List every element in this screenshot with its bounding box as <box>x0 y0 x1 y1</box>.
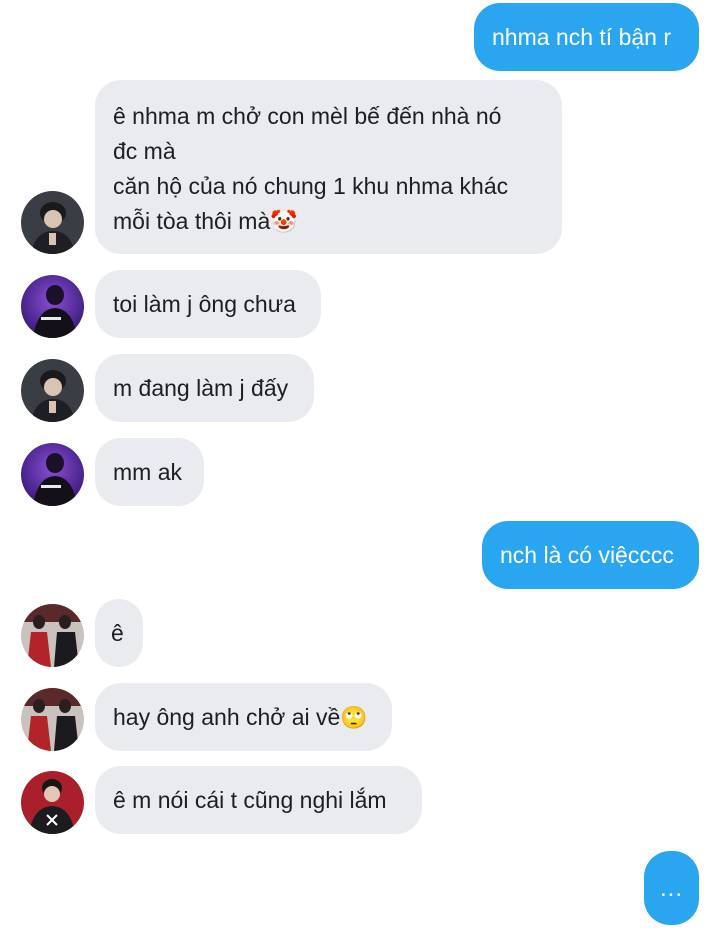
message-text: m đang làm j đấy <box>113 375 289 401</box>
message-text: toi làm j ông chưa <box>113 291 296 317</box>
message-bubble-sent[interactable]: nch là có việcccc <box>482 521 699 589</box>
message-text: nch là có việcccc <box>500 542 674 568</box>
message-text: ê m nói cái t cũng nghi lắm <box>113 787 387 813</box>
avatar-dark-hair[interactable] <box>21 191 84 254</box>
message-text: ... <box>659 875 683 902</box>
avatar-purple[interactable] <box>21 443 84 506</box>
message-text-line: mỗi tòa thôi mà🤡 <box>113 204 544 240</box>
message-text-line: ê nhma m chở con mèl bế đến nhà nó <box>113 103 502 129</box>
avatar-group-red[interactable] <box>21 604 84 667</box>
message-bubble-received[interactable]: m đang làm j đấy <box>95 354 314 422</box>
message-text: hay ông anh chở ai về <box>113 704 341 730</box>
avatar-group-red[interactable] <box>21 688 84 751</box>
message-bubble-received[interactable]: ê nhma m chở con mèl bế đến nhà nó đc mà… <box>95 80 562 254</box>
clown-face-icon: 🤡 <box>270 210 298 235</box>
message-text: mm ak <box>113 459 182 485</box>
message-bubble-sent[interactable]: ... <box>644 851 699 925</box>
message-bubble-received[interactable]: ê m nói cái t cũng nghi lắm <box>95 766 422 834</box>
message-bubble-sent[interactable]: nhma nch tí bận r <box>474 3 699 71</box>
avatar-purple[interactable] <box>21 275 84 338</box>
avatar-dark-hair[interactable] <box>21 359 84 422</box>
message-text-line: hay ông anh chở ai về🙄 <box>113 700 374 736</box>
message-text-line: đc mà <box>113 138 176 164</box>
message-text: nhma nch tí bận r <box>492 24 671 50</box>
message-text-line: căn hộ của nó chung 1 khu nhma khác <box>113 173 509 199</box>
message-bubble-received[interactable]: ê <box>95 599 143 667</box>
message-bubble-received[interactable]: hay ông anh chở ai về🙄 <box>95 683 392 751</box>
message-text: ê <box>111 620 124 646</box>
message-text: mỗi tòa thôi mà <box>113 208 271 234</box>
eye-roll-face-icon: 🙄 <box>340 706 368 731</box>
message-bubble-received[interactable]: toi làm j ông chưa <box>95 270 321 338</box>
avatar-jersey[interactable] <box>21 771 84 834</box>
message-bubble-received[interactable]: mm ak <box>95 438 204 506</box>
